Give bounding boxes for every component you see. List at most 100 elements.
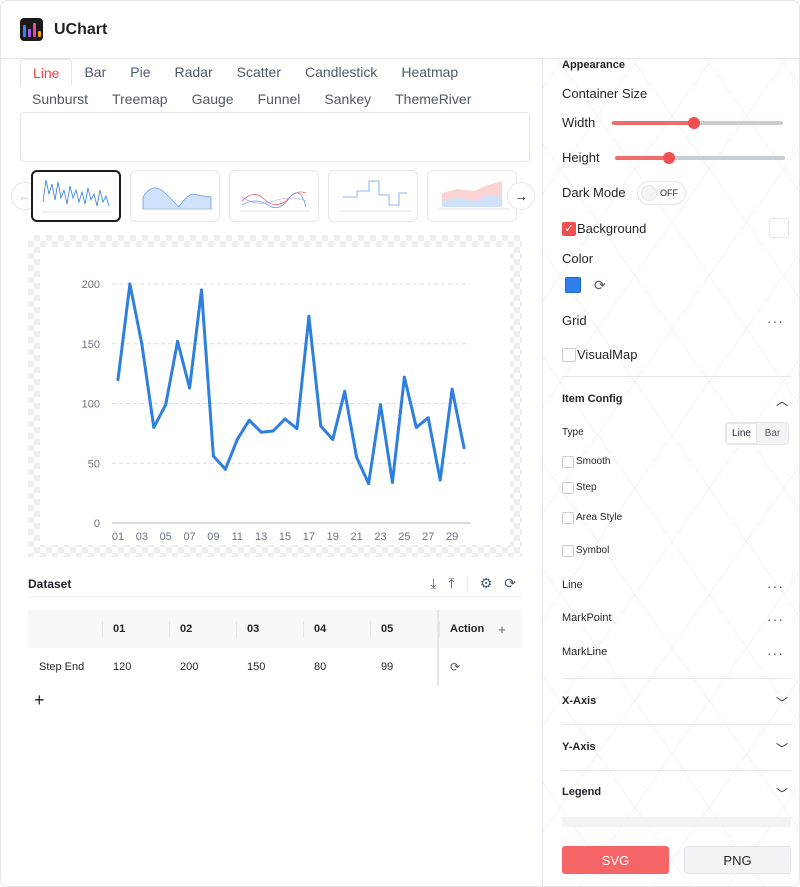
markline-more-icon[interactable]: ···	[767, 646, 784, 660]
data-point	[295, 427, 299, 431]
chevron-down-icon[interactable]: ﹀	[776, 694, 788, 711]
x-tick-label: 07	[183, 531, 195, 543]
refresh-icon[interactable]: ⟳	[504, 575, 516, 592]
column-header: 05	[370, 610, 437, 648]
export-png-button[interactable]: PNG	[684, 846, 791, 874]
chevron-down-icon[interactable]: ﹀	[776, 740, 788, 757]
container-size-label: Container Size	[562, 86, 648, 101]
smooth-checkbox[interactable]	[562, 456, 574, 468]
type-option-bar[interactable]: Bar	[757, 423, 788, 444]
y-axis-section[interactable]: Y-Axis	[562, 741, 596, 753]
carousel-next-button[interactable]: →	[507, 182, 535, 210]
grid-label: Grid	[562, 313, 587, 328]
type-label: Type	[562, 427, 584, 438]
tab-themeriver[interactable]: ThemeRiver	[383, 86, 483, 113]
template-thumb-line[interactable]	[31, 170, 121, 222]
chart-preview-canvas: 0 50 100 150 200 01 03 05 07 09 11 13 15 17 19 21 23 25 27…	[28, 235, 522, 557]
x-tick-label: 09	[207, 531, 219, 543]
table-cell[interactable]: 99	[370, 648, 437, 686]
x-axis-section[interactable]: X-Axis	[562, 695, 596, 707]
chart-tab-row: Sunburst Treemap Gauge Funnel Sankey ThemeRiv…	[20, 86, 530, 113]
height-slider[interactable]	[615, 152, 785, 164]
grid-more-icon[interactable]: ···	[767, 314, 784, 328]
table-cell[interactable]: 150	[236, 648, 303, 686]
table-cell[interactable]: 200	[169, 648, 236, 686]
visualmap-checkbox[interactable]	[562, 348, 576, 362]
table-cell[interactable]: 80	[303, 648, 370, 686]
dark-mode-toggle[interactable]: OFF	[637, 181, 686, 205]
column-header: 01	[102, 610, 169, 648]
tab-radar[interactable]: Radar	[163, 59, 225, 86]
add-row-button[interactable]: +	[34, 691, 45, 709]
data-point	[343, 390, 347, 394]
tab-content-panel	[20, 112, 530, 162]
tab-heatmap[interactable]: Heatmap	[389, 59, 470, 86]
step-checkbox[interactable]	[562, 482, 574, 494]
template-thumb-area[interactable]	[130, 170, 220, 222]
action-column-header: Action +	[437, 610, 515, 648]
template-thumb-step[interactable]	[328, 170, 418, 222]
row-name-cell[interactable]: Step End	[28, 648, 102, 686]
tab-treemap[interactable]: Treemap	[100, 86, 180, 113]
data-point	[152, 425, 156, 429]
app-title: UChart	[54, 20, 108, 38]
tab-pie[interactable]: Pie	[118, 59, 162, 86]
download-icon[interactable]: ⤓	[430, 575, 436, 592]
legend-section[interactable]: Legend	[562, 786, 601, 798]
column-header: 03	[236, 610, 303, 648]
area-style-checkbox[interactable]	[562, 512, 574, 524]
x-tick-label: 27	[422, 531, 434, 543]
tab-funnel[interactable]: Funnel	[246, 86, 313, 113]
settings-gear-icon[interactable]: ⚙	[480, 575, 493, 592]
toolbar-divider	[466, 576, 468, 591]
data-point	[188, 386, 192, 390]
background-color-picker[interactable]	[769, 218, 789, 238]
tab-bar[interactable]: Bar	[72, 59, 118, 86]
color-reset-icon[interactable]: ⟳	[594, 278, 606, 292]
width-slider-handle[interactable]	[688, 117, 701, 129]
column-header-label: 04	[314, 623, 327, 635]
data-point	[367, 482, 371, 486]
tab-sankey[interactable]: Sankey	[312, 86, 383, 113]
height-slider-handle[interactable]	[663, 152, 676, 164]
tab-line[interactable]: Line	[20, 59, 73, 86]
y-tick-label: 150	[82, 339, 100, 351]
export-svg-button[interactable]: SVG	[562, 846, 669, 874]
column-header-label: 02	[180, 623, 193, 635]
color-label: Color	[562, 251, 594, 266]
width-slider-fill	[612, 121, 695, 125]
tab-sunburst[interactable]: Sunburst	[20, 86, 100, 113]
type-segmented-control: Line Bar	[725, 422, 789, 445]
table-header-row: 01 02 03 04 05 Action +	[28, 610, 522, 648]
smooth-label: Smooth	[576, 456, 611, 467]
data-point	[438, 478, 442, 482]
panel-scroll-edge	[562, 817, 791, 827]
table-cell[interactable]: 120	[102, 648, 169, 686]
line-config-label: Line	[562, 579, 583, 591]
template-thumb-stacked-area[interactable]	[427, 170, 517, 222]
data-point	[211, 454, 215, 458]
row-reset-icon[interactable]: ⟳	[450, 660, 460, 674]
background-checkbox[interactable]: ✓	[562, 222, 576, 236]
x-tick-label: 25	[398, 531, 410, 543]
tab-scatter[interactable]: Scatter	[225, 59, 293, 86]
tab-candlestick[interactable]: Candlestick	[293, 59, 389, 86]
data-point	[164, 403, 168, 407]
upload-icon[interactable]: ⤒	[449, 575, 455, 592]
add-column-icon[interactable]: +	[498, 622, 506, 637]
chevron-down-icon[interactable]: ﹀	[776, 785, 788, 802]
y-tick-label: 50	[88, 458, 100, 470]
template-thumb-multiline[interactable]	[229, 170, 319, 222]
type-option-line[interactable]: Line	[726, 423, 757, 444]
checkmark-icon: ✓	[564, 223, 574, 235]
chevron-up-icon[interactable]: ︿	[776, 392, 788, 409]
x-tick-label: 21	[351, 531, 363, 543]
markpoint-more-icon[interactable]: ···	[767, 612, 784, 626]
symbol-checkbox[interactable]	[562, 545, 574, 557]
line-more-icon[interactable]: ···	[767, 579, 784, 593]
tab-gauge[interactable]: Gauge	[180, 86, 246, 113]
color-swatch[interactable]	[565, 277, 581, 293]
series-line	[116, 282, 466, 486]
width-slider[interactable]	[612, 117, 783, 129]
data-point	[331, 437, 335, 441]
